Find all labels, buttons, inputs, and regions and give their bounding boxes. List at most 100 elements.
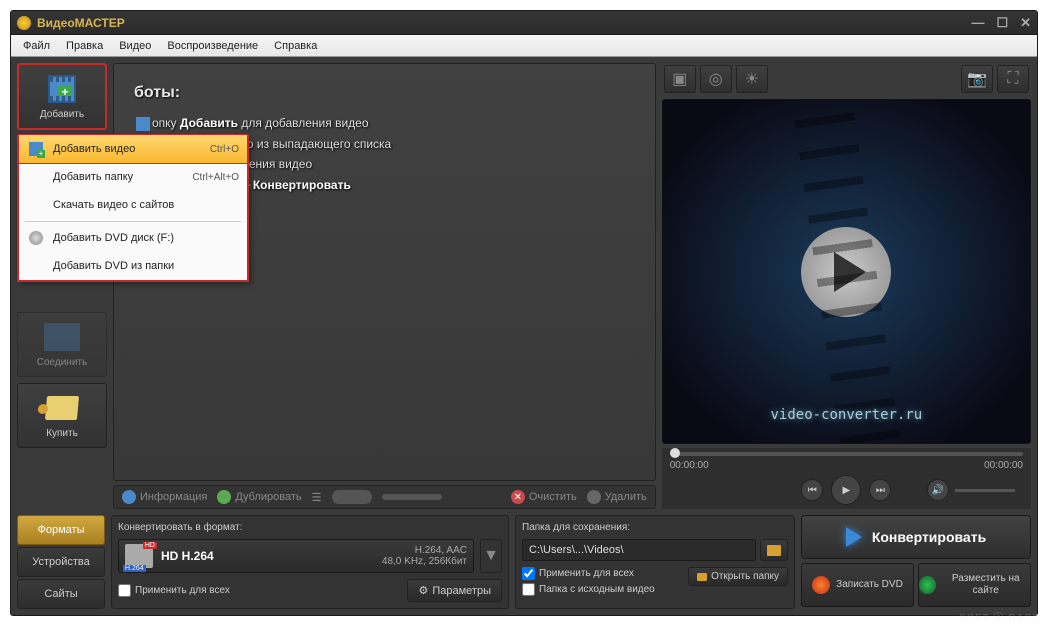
menu-help[interactable]: Справка [266,38,325,54]
connect-button-label: Соединить [37,357,87,368]
add-dropdown-menu: + Добавить видео Ctrl+O Добавить папку C… [17,135,249,282]
dropdown-item-label: Скачать видео с сайтов [53,199,174,211]
dropdown-shortcut: Ctrl+Alt+O [192,172,239,183]
dropdown-item-label: Добавить видео [53,143,135,155]
format-dropdown-button[interactable]: ▼ [480,539,502,573]
menubar: Файл Правка Видео Воспроизведение Справк… [11,35,1037,57]
volume-button[interactable]: 🔊 [927,479,949,501]
buy-button[interactable]: Купить [17,383,107,448]
effects-icon: ◎ [709,69,723,89]
play-button[interactable]: ▶ [831,475,861,505]
main-area: + Добавить + Добавить видео Ctrl+O Добав… [11,57,1037,515]
effects-button[interactable]: ◎ [700,65,732,93]
dropdown-add-dvd-folder[interactable]: Добавить DVD из папки [19,252,247,280]
dropdown-shortcut: Ctrl+O [210,144,239,155]
apply-all-checkbox[interactable] [118,584,131,597]
clear-button[interactable]: ✕Очистить [511,490,577,504]
bottom-area: Форматы Устройства Сайты Конвертировать … [11,515,1037,615]
preview-url: video-converter.ru [771,407,923,423]
snapshot-button[interactable]: 📷 [961,65,993,93]
seek-bar[interactable] [670,452,1023,456]
tab-devices[interactable]: Устройства [17,547,105,577]
delete-button[interactable]: Удалить [587,490,647,504]
publish-button[interactable]: Разместить на сайте [918,563,1031,607]
preview-panel: video-converter.ru [662,99,1031,444]
menu-edit[interactable]: Правка [58,38,111,54]
dropdown-item-label: Добавить DVD диск (F:) [53,232,174,244]
film-icon: + [48,75,76,103]
window-controls: — ☐ ✕ [971,15,1031,31]
tab-formats[interactable]: Форматы [17,515,105,545]
format-codec: H.264, AAC [382,545,467,556]
dropdown-add-folder[interactable]: Добавить папку Ctrl+Alt+O [19,163,247,191]
menu-video[interactable]: Видео [111,38,159,54]
h264-badge: H.264 [123,565,146,572]
format-quality: 48,0 KHz, 256Кбит [382,556,467,567]
speaker-icon: 🔊 [932,485,944,496]
buy-button-label: Купить [46,428,78,439]
add-button-label: Добавить [40,109,84,120]
add-button[interactable]: + Добавить [17,63,107,130]
prev-button[interactable]: ⏮ [801,479,823,501]
dropdown-item-label: Добавить DVD из папки [53,260,174,272]
format-select[interactable]: HD H.264 HD H.264 H.264, AAC 48,0 KHz, 2… [118,539,474,573]
menu-playback[interactable]: Воспроизведение [159,38,266,54]
left-column: + Добавить + Добавить видео Ctrl+O Добав… [17,63,656,509]
dropdown-separator [25,221,241,222]
buy-icon [45,396,79,420]
minimize-button[interactable]: — [971,15,984,31]
params-button[interactable]: ⚙ Параметры [407,579,502,602]
globe-icon [919,576,936,594]
connect-button[interactable]: Соединить [17,312,107,377]
source-folder-checkbox[interactable] [522,583,535,596]
view-toggle[interactable] [332,490,372,504]
fullscreen-button[interactable]: ⛶ [997,65,1029,93]
disc-icon [27,229,45,247]
left-button-column: + Добавить + Добавить видео Ctrl+O Добав… [17,63,107,509]
seek-knob[interactable] [670,448,680,458]
maximize-button[interactable]: ☐ [996,15,1008,31]
time-current: 00:00:00 [670,460,709,471]
preview-tools: ▣ ◎ ☀ 📷 ⛶ [662,63,1031,95]
player-controls: 00:00:00 00:00:00 ⏮ ▶ ⏭ 🔊 [662,448,1031,509]
step-1: опку Добавить для добавления видео [134,116,635,131]
menu-file[interactable]: Файл [15,38,58,54]
volume-slider[interactable] [955,489,1015,492]
source-folder-check[interactable]: Папка с исходным видео [522,583,655,596]
titlebar: ВидеоМАСТЕР — ☐ ✕ [11,11,1037,35]
close-button[interactable]: ✕ [1020,15,1031,31]
tab-sites[interactable]: Сайты [17,579,105,609]
folder-icon [767,545,781,556]
dropdown-add-dvd-disc[interactable]: Добавить DVD диск (F:) [19,224,247,252]
convert-arrow-icon [846,527,862,547]
save-path-input[interactable] [522,539,756,561]
dropdown-download-sites[interactable]: Скачать видео с сайтов [19,191,247,219]
info-button[interactable]: Информация [122,490,207,504]
right-column: ▣ ◎ ☀ 📷 ⛶ video-converter.ru 00:00:00 00… [662,63,1031,509]
apply-all-save[interactable]: Применить для всех [522,567,655,580]
browse-folder-button[interactable] [760,539,788,561]
crop-icon: ▣ [672,69,687,89]
duplicate-icon [217,490,231,504]
duplicate-button[interactable]: Дублировать [217,490,301,504]
save-label: Папка для сохранения: [522,522,788,533]
watermark: SOFT ⦿ BASE [959,609,1038,616]
format-panel: Конвертировать в формат: HD H.264 HD H.2… [111,515,509,609]
film-plus-icon: + [27,140,45,158]
hd-badge: HD [143,542,157,549]
app-title: ВидеоМАСТЕР [37,16,125,30]
burn-dvd-button[interactable]: Записать DVD [801,563,914,607]
next-button[interactable]: ⏭ [869,479,891,501]
brightness-button[interactable]: ☀ [736,65,768,93]
format-title: HD H.264 [161,549,214,563]
convert-button[interactable]: Конвертировать [801,515,1031,559]
format-tabs: Форматы Устройства Сайты [17,515,105,609]
dropdown-add-video[interactable]: + Добавить видео Ctrl+O [18,134,248,164]
open-folder-button[interactable]: Открыть папку [688,567,788,586]
plus-badge-icon: + [58,85,72,99]
zoom-slider[interactable] [382,494,442,500]
list-toggle[interactable]: ☰ [312,491,322,504]
apply-all-save-checkbox[interactable] [522,567,535,580]
crop-button[interactable]: ▣ [664,65,696,93]
apply-all-format[interactable]: Применить для всех [118,584,230,597]
